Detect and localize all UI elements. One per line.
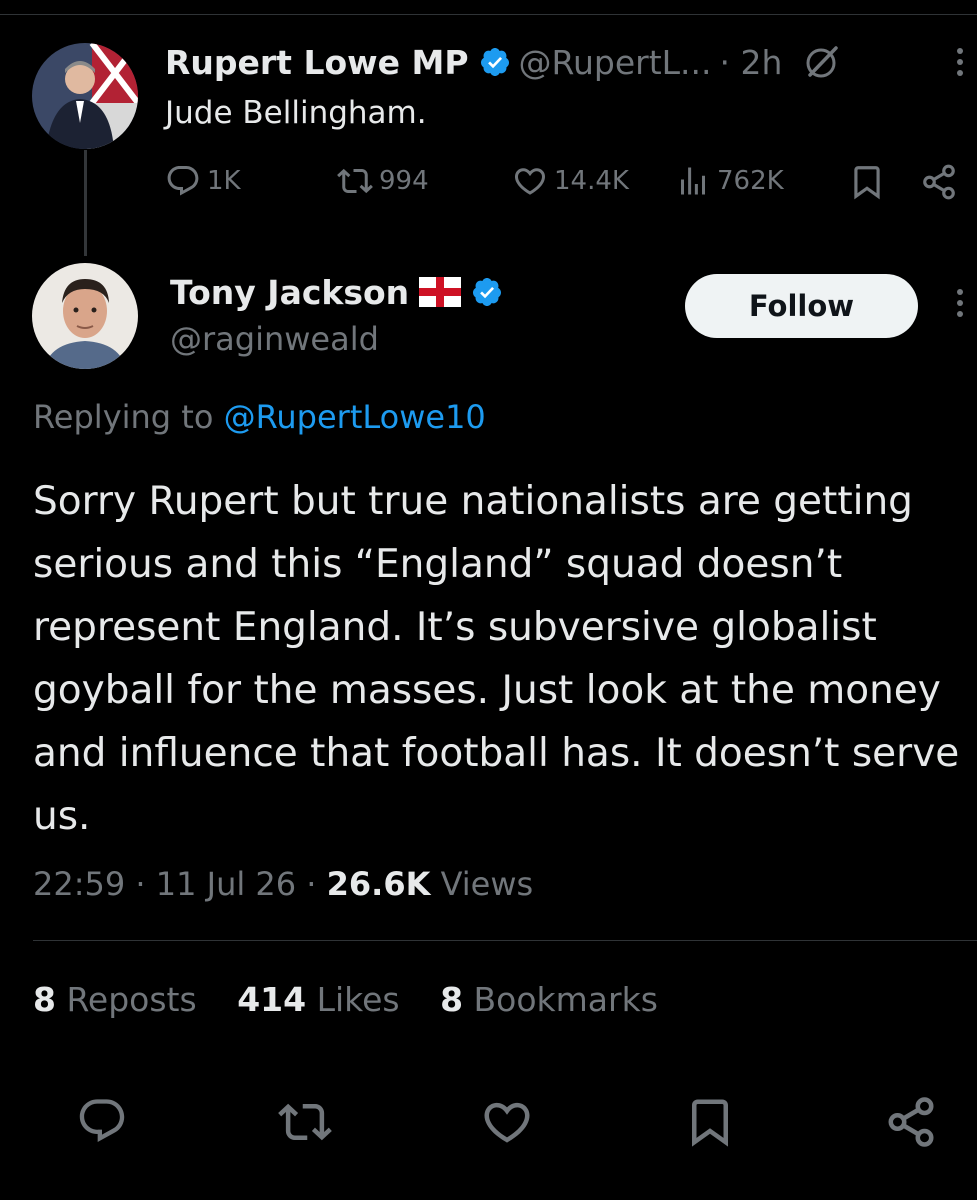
repost-icon xyxy=(337,168,373,194)
tony-avatar[interactable] xyxy=(32,263,138,369)
bookmark-icon xyxy=(692,1099,728,1147)
verified-badge-icon xyxy=(471,276,503,308)
bookmarks-count: 8 xyxy=(440,980,464,1019)
parent-actions: 1K 994 14.4K 762K xyxy=(165,163,965,207)
tweet-views-count: 26.6K xyxy=(326,865,431,903)
follow-button[interactable]: Follow xyxy=(685,274,918,338)
main-handle[interactable]: @raginweald xyxy=(170,320,379,358)
parent-display-name[interactable]: Rupert Lowe MP xyxy=(165,43,469,82)
main-more-icon[interactable] xyxy=(957,289,963,317)
likes-label: Likes xyxy=(316,980,400,1019)
reposts-count: 8 xyxy=(33,980,56,1019)
meta-separator: · xyxy=(135,865,146,903)
reply-button[interactable] xyxy=(76,1095,128,1151)
views-icon xyxy=(681,167,705,195)
main-action-bar xyxy=(0,1095,977,1155)
reply-icon xyxy=(79,1099,125,1143)
parent-like-button[interactable]: 14.4K xyxy=(512,163,629,199)
tweet-time[interactable]: 22:59 xyxy=(33,865,125,903)
rupert-avatar[interactable] xyxy=(32,43,138,149)
parent-views-count: 762K xyxy=(717,166,784,196)
tweet-views-label: Views xyxy=(440,865,534,903)
engagement-stats: 8 Reposts 414 Likes 8 Bookmarks xyxy=(33,980,688,1019)
bookmark-icon xyxy=(854,166,880,200)
bookmarks-stat[interactable]: 8 Bookmarks xyxy=(440,980,658,1019)
likes-stat[interactable]: 414 Likes xyxy=(237,980,399,1019)
parent-author-row[interactable]: Rupert Lowe MP @RupertL... · 2h xyxy=(165,40,842,84)
parent-reply-button[interactable]: 1K xyxy=(165,163,241,199)
repost-button[interactable] xyxy=(278,1095,332,1153)
like-icon xyxy=(484,1102,530,1143)
replying-to-handle-link[interactable]: @RupertLowe10 xyxy=(224,398,486,436)
parent-tweet-text: Jude Bellingham. xyxy=(165,95,427,131)
main-display-name[interactable]: Tony Jackson xyxy=(170,273,409,312)
share-icon xyxy=(888,1097,934,1147)
parent-views-button[interactable]: 762K xyxy=(675,163,784,199)
grok-icon[interactable] xyxy=(802,42,842,82)
replying-to: Replying to @RupertLowe10 xyxy=(33,398,486,436)
tweet-meta: 22:59 · 11 Jul 26 · 26.6K Views xyxy=(33,865,533,903)
likes-count: 414 xyxy=(237,980,307,1019)
england-flag-icon xyxy=(419,277,462,307)
parent-timestamp[interactable]: · 2h xyxy=(720,43,783,82)
share-button[interactable] xyxy=(884,1095,938,1153)
thread-connector xyxy=(84,150,87,256)
parent-repost-count: 994 xyxy=(379,166,429,196)
reposts-stat[interactable]: 8 Reposts xyxy=(33,980,197,1019)
top-border xyxy=(0,14,977,15)
main-author-row[interactable]: Tony Jackson xyxy=(170,270,503,314)
replying-to-prefix: Replying to xyxy=(33,398,224,436)
bookmarks-label: Bookmarks xyxy=(473,980,658,1019)
reposts-label: Reposts xyxy=(66,980,197,1019)
divider xyxy=(33,940,977,941)
bookmark-button[interactable] xyxy=(683,1095,737,1153)
parent-bookmark-button[interactable] xyxy=(848,163,886,201)
main-tweet-text: Sorry Rupert but true nationalists are g… xyxy=(33,479,960,839)
parent-like-count: 14.4K xyxy=(554,166,629,196)
parent-repost-button[interactable]: 994 xyxy=(337,163,429,199)
like-button[interactable] xyxy=(480,1095,534,1153)
reply-icon xyxy=(167,166,199,196)
meta-separator-2: · xyxy=(306,865,317,903)
repost-icon xyxy=(278,1103,332,1141)
parent-reply-count: 1K xyxy=(207,166,241,196)
verified-badge-icon xyxy=(479,46,511,78)
tweet-date[interactable]: 11 Jul 26 xyxy=(156,865,296,903)
like-icon xyxy=(514,168,546,195)
share-icon xyxy=(923,164,955,200)
parent-share-button[interactable] xyxy=(920,163,958,201)
parent-more-icon[interactable] xyxy=(957,48,963,76)
parent-handle[interactable]: @RupertL... xyxy=(519,43,712,82)
